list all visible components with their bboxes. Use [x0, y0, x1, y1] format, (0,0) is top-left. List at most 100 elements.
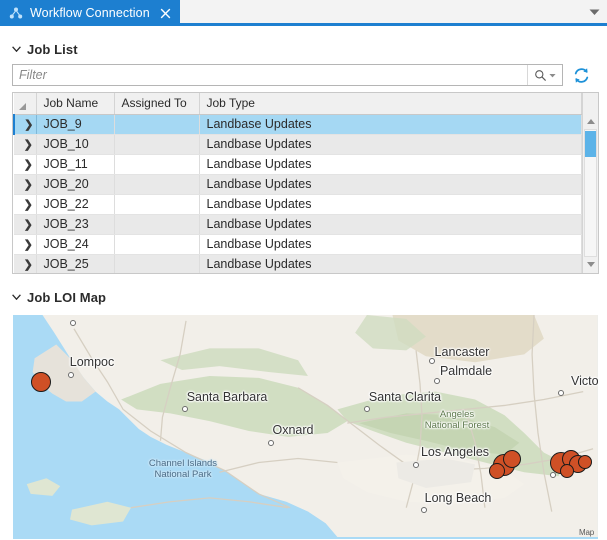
- chevron-right-icon: ❯: [24, 160, 33, 171]
- job-location-marker[interactable]: [489, 463, 505, 479]
- row-expander[interactable]: ❯: [14, 134, 36, 154]
- filter-search-button[interactable]: [527, 65, 562, 85]
- job-loi-map-section-header[interactable]: Job LOI Map: [8, 284, 599, 310]
- cell-job-type: Landbase Updates: [199, 134, 582, 154]
- job-table-body: ❯JOB_9Landbase Updates ❯JOB_10Landbase U…: [14, 114, 582, 273]
- chevron-down-icon: [12, 294, 21, 300]
- workflow-network-icon: [9, 6, 23, 20]
- cell-job-type: Landbase Updates: [199, 194, 582, 214]
- job-loi-map-title: Job LOI Map: [27, 290, 106, 305]
- column-header-assigned-to[interactable]: Assigned To: [114, 93, 199, 114]
- cell-assigned-to: [114, 194, 199, 214]
- chevron-right-icon: ❯: [24, 220, 33, 231]
- city-dot: [421, 507, 427, 513]
- city-dot: [364, 406, 370, 412]
- refresh-icon: [573, 67, 590, 84]
- city-dot: [70, 320, 76, 326]
- tab-workflow-connection[interactable]: Workflow Connection: [0, 0, 180, 26]
- job-location-marker[interactable]: [503, 450, 521, 468]
- triangle-up-icon: [587, 119, 595, 124]
- row-expander[interactable]: ❯: [14, 154, 36, 174]
- row-expander[interactable]: ❯: [14, 234, 36, 254]
- refresh-button[interactable]: [563, 64, 599, 86]
- table-row[interactable]: ❯JOB_25 Landbase Updates: [14, 254, 582, 273]
- city-dot: [68, 372, 74, 378]
- cell-assigned-to: [114, 174, 199, 194]
- chevron-right-icon: ❯: [24, 140, 33, 151]
- cell-assigned-to: [114, 214, 199, 234]
- city-dot: [434, 378, 440, 384]
- cell-job-name: JOB_25: [36, 254, 114, 273]
- job-table: Job Name Assigned To Job Type ❯JOB_9Land…: [13, 93, 582, 273]
- cell-job-type: Landbase Updates: [199, 114, 582, 134]
- table-row[interactable]: ❯JOB_10 Landbase Updates: [14, 134, 582, 154]
- job-location-marker[interactable]: [578, 455, 592, 469]
- chevron-right-icon: ❯: [24, 200, 33, 211]
- table-row[interactable]: ❯JOB_11 Landbase Updates: [14, 154, 582, 174]
- city-dot: [182, 406, 188, 412]
- cell-job-type: Landbase Updates: [199, 214, 582, 234]
- cell-assigned-to: [114, 234, 199, 254]
- chevron-right-icon: ❯: [24, 260, 33, 271]
- filter-input[interactable]: [13, 65, 527, 85]
- corner-triangle-icon: [19, 103, 26, 110]
- table-row[interactable]: ❯JOB_9 Landbase Updates: [14, 114, 582, 134]
- chevron-right-icon: ❯: [24, 240, 33, 251]
- column-header-job-type[interactable]: Job Type: [199, 93, 582, 114]
- table-row[interactable]: ❯JOB_20Landbase Updates: [14, 174, 582, 194]
- chevron-right-icon: ❯: [24, 180, 33, 191]
- city-dot: [550, 472, 556, 478]
- job-location-marker[interactable]: [560, 464, 574, 478]
- search-icon: [534, 69, 547, 82]
- row-expander[interactable]: ❯: [14, 254, 36, 273]
- cell-job-name: JOB_23: [36, 214, 114, 234]
- job-loi-map[interactable]: Map LompocSanta BarbaraOxnardSanta Clari…: [12, 314, 599, 540]
- table-row[interactable]: ❯JOB_22 Landbase Updates: [14, 194, 582, 214]
- vertical-scrollbar[interactable]: [582, 93, 598, 273]
- job-list-title: Job List: [27, 42, 78, 57]
- cell-assigned-to: [114, 254, 199, 273]
- job-list-grid-body: Job Name Assigned To Job Type ❯JOB_9Land…: [13, 93, 582, 273]
- row-expander[interactable]: ❯: [14, 114, 36, 134]
- cell-job-type: Landbase Updates: [199, 154, 582, 174]
- tab-bar: Workflow Connection: [0, 0, 607, 26]
- cell-job-name: JOB_24: [36, 234, 114, 254]
- map-attribution: Map: [579, 528, 594, 537]
- cell-job-type: Landbase Updates: [199, 254, 582, 273]
- select-all-corner[interactable]: [14, 93, 36, 114]
- table-row[interactable]: ❯JOB_23 Landbase Updates: [14, 214, 582, 234]
- triangle-down-icon: [587, 262, 595, 267]
- scroll-down-button[interactable]: [583, 257, 598, 272]
- tab-title: Workflow Connection: [30, 6, 150, 20]
- scroll-up-button[interactable]: [583, 114, 598, 129]
- cell-job-name: JOB_22: [36, 194, 114, 214]
- city-dot: [268, 440, 274, 446]
- cell-job-name: JOB_10: [36, 134, 114, 154]
- row-expander[interactable]: ❯: [14, 194, 36, 214]
- tabbar-chevron-down-icon[interactable]: [589, 8, 600, 16]
- chevron-down-icon: [549, 73, 556, 78]
- row-expander[interactable]: ❯: [14, 174, 36, 194]
- job-location-marker[interactable]: [31, 372, 51, 392]
- cell-job-name: JOB_20: [36, 174, 114, 194]
- scrollbar-thumb[interactable]: [585, 131, 596, 157]
- cell-assigned-to: [114, 114, 199, 134]
- table-row[interactable]: ❯JOB_24 Landbase Updates: [14, 234, 582, 254]
- city-dot: [558, 390, 564, 396]
- chevron-right-icon: ❯: [24, 120, 33, 131]
- filter-row: [8, 64, 599, 86]
- map-basemap: [13, 315, 598, 537]
- row-expander[interactable]: ❯: [14, 214, 36, 234]
- cell-job-type: Landbase Updates: [199, 234, 582, 254]
- chevron-down-icon: [12, 46, 21, 52]
- city-dot: [429, 358, 435, 364]
- job-list-section-header[interactable]: Job List: [8, 36, 599, 62]
- cell-job-name: JOB_11: [36, 154, 114, 174]
- panel-body: Job List: [0, 36, 607, 540]
- cell-job-name: JOB_9: [36, 114, 114, 134]
- column-header-job-name[interactable]: Job Name: [36, 93, 114, 114]
- table-header-row: Job Name Assigned To Job Type: [14, 93, 582, 114]
- filter-box[interactable]: [12, 64, 563, 86]
- close-icon[interactable]: [159, 7, 172, 20]
- cell-assigned-to: [114, 154, 199, 174]
